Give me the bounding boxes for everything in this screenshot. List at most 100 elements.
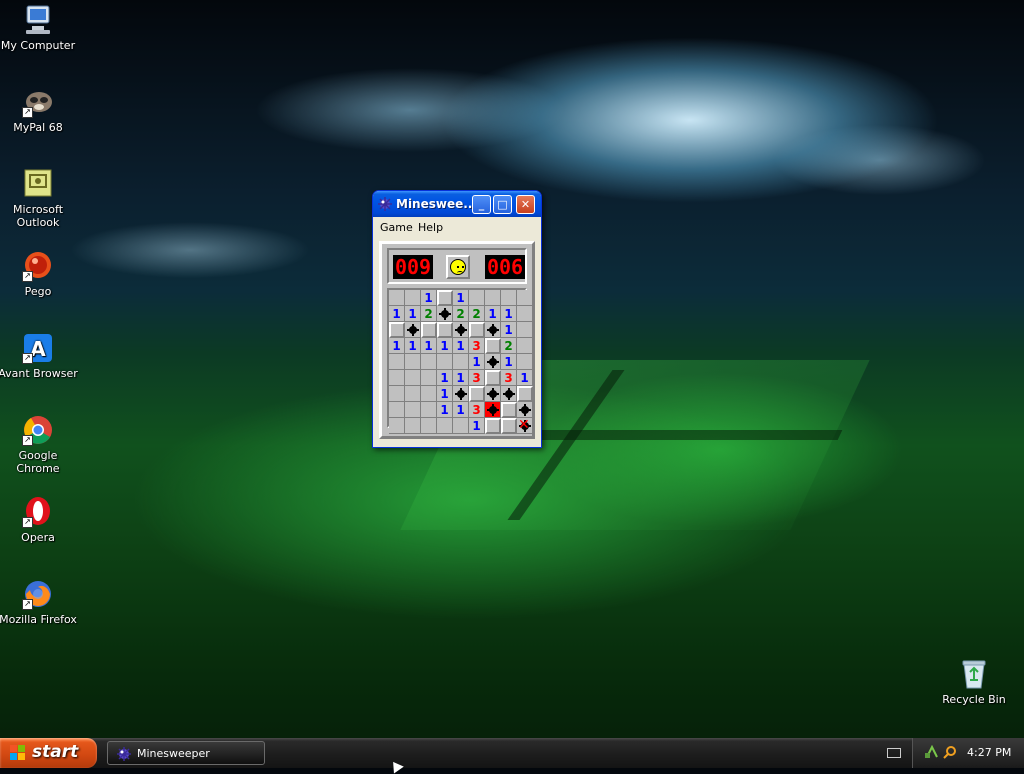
cell-number[interactable]: 1 [453, 402, 469, 418]
cell-number[interactable]: 1 [389, 338, 405, 354]
cell-empty[interactable] [405, 354, 421, 370]
cell-number[interactable]: 1 [501, 322, 517, 338]
taskbar-item-minesweeper[interactable]: Minesweeper [107, 741, 265, 765]
cell-covered[interactable] [517, 386, 533, 402]
cell-covered[interactable] [437, 290, 453, 306]
cell-covered[interactable] [437, 322, 453, 338]
cell-number[interactable]: 1 [437, 402, 453, 418]
cell-number[interactable]: 1 [437, 370, 453, 386]
cell-mine[interactable] [405, 322, 421, 338]
cell-covered[interactable] [469, 386, 485, 402]
cell-wrong-flag[interactable]: ✕ [517, 417, 533, 434]
cell-empty[interactable] [517, 354, 533, 370]
cell-number[interactable]: 1 [405, 306, 421, 322]
cell-covered[interactable] [485, 370, 501, 386]
cell-number[interactable]: 2 [469, 306, 485, 322]
desktop-icon-my-computer[interactable]: My Computer [0, 4, 78, 52]
mine-field[interactable]: 1 1 1 1 2 2 2 1 1 1 1 1 1 1 1 3 2 1 1 1 1 3 3 1 1 1 1 3 1 ✕ [387, 288, 533, 434]
maximize-button[interactable]: □ [493, 195, 512, 214]
cell-covered[interactable] [485, 418, 501, 434]
start-button[interactable]: start [0, 738, 97, 768]
menu-help[interactable]: Help [418, 221, 443, 234]
keyboard-icon[interactable] [887, 748, 901, 758]
mine-grid[interactable]: 1 1 1 1 2 2 2 1 1 1 1 1 1 1 1 3 2 1 1 1 1 3 3 1 1 1 1 3 1 ✕ [389, 290, 533, 434]
cell-mine[interactable] [437, 306, 453, 322]
close-button[interactable]: ✕ [516, 195, 535, 214]
cell-number[interactable]: 1 [485, 306, 501, 322]
cell-number[interactable]: 1 [501, 354, 517, 370]
cell-empty[interactable] [421, 418, 437, 434]
cell-mine[interactable] [453, 322, 469, 338]
cell-number[interactable]: 1 [501, 306, 517, 322]
desktop-icon-opera[interactable]: ↗ Opera [0, 496, 78, 544]
cell-covered[interactable] [485, 338, 501, 354]
cell-empty[interactable] [517, 306, 533, 322]
cell-number[interactable]: 3 [469, 338, 485, 354]
cell-number[interactable]: 1 [453, 370, 469, 386]
cell-empty[interactable] [389, 354, 405, 370]
cell-mine[interactable] [517, 402, 533, 418]
cell-empty[interactable] [389, 386, 405, 402]
title-bar[interactable]: Mineswee... _ □ ✕ [373, 191, 541, 217]
minimize-button[interactable]: _ [472, 195, 491, 214]
cell-empty[interactable] [517, 290, 533, 306]
cell-number[interactable]: 1 [389, 306, 405, 322]
cell-number[interactable]: 3 [501, 370, 517, 386]
cell-number[interactable]: 1 [453, 338, 469, 354]
desktop-icon-firefox[interactable]: ↗ Mozilla Firefox [0, 578, 78, 626]
cell-covered[interactable] [421, 322, 437, 338]
desktop-icon-avant-browser[interactable]: A ↗ Avant Browser [0, 332, 78, 380]
menu-game[interactable]: Game [380, 221, 413, 234]
cell-mine[interactable] [501, 386, 517, 402]
cell-empty[interactable] [405, 402, 421, 418]
cell-empty[interactable] [469, 290, 485, 306]
cell-empty[interactable] [437, 418, 453, 434]
desktop-icon-recycle-bin[interactable]: Recycle Bin [934, 658, 1014, 706]
cell-number[interactable]: 1 [469, 354, 485, 370]
cell-empty[interactable] [421, 354, 437, 370]
cell-mine[interactable] [485, 354, 501, 370]
cell-number[interactable]: 3 [469, 370, 485, 386]
cell-number[interactable]: 3 [469, 402, 485, 418]
desktop-icon-mypal[interactable]: ↗ MyPal 68 [0, 86, 78, 134]
search-icon[interactable] [943, 745, 957, 759]
cell-empty[interactable] [517, 322, 533, 338]
cell-number[interactable]: 2 [453, 306, 469, 322]
cell-number[interactable]: 1 [421, 338, 437, 354]
cell-number[interactable]: 1 [421, 290, 437, 306]
cell-empty[interactable] [405, 386, 421, 402]
cell-empty[interactable] [453, 354, 469, 370]
cell-exploded-mine[interactable] [485, 402, 501, 418]
cell-empty[interactable] [485, 290, 501, 306]
cell-empty[interactable] [437, 354, 453, 370]
cell-number[interactable]: 1 [517, 370, 533, 386]
cell-mine[interactable] [453, 386, 469, 402]
minesweeper-window[interactable]: Mineswee... _ □ ✕ Game Help 009 006 1111… [372, 190, 542, 448]
cell-empty[interactable] [389, 418, 405, 434]
cell-covered[interactable] [389, 322, 405, 338]
cell-number[interactable]: 1 [437, 386, 453, 402]
cell-empty[interactable] [389, 402, 405, 418]
cell-empty[interactable] [517, 338, 533, 354]
cell-number[interactable]: 2 [501, 338, 517, 354]
network-icon[interactable] [925, 744, 939, 759]
cell-covered[interactable] [501, 402, 517, 418]
desktop-icon-pego[interactable]: ↗ Pego [0, 250, 78, 298]
cell-empty[interactable] [389, 290, 405, 306]
cell-empty[interactable] [501, 290, 517, 306]
desktop-icon-chrome[interactable]: ↗ Google Chrome [0, 414, 78, 475]
cell-empty[interactable] [421, 386, 437, 402]
cell-mine[interactable] [485, 386, 501, 402]
cell-number[interactable]: 1 [405, 338, 421, 354]
face-button[interactable] [446, 255, 470, 279]
cell-empty[interactable] [389, 370, 405, 386]
desktop-icon-outlook[interactable]: Microsoft Outlook [0, 168, 78, 229]
cell-number[interactable]: 1 [453, 290, 469, 306]
cell-number[interactable]: 1 [469, 418, 485, 434]
cell-empty[interactable] [453, 418, 469, 434]
cell-empty[interactable] [405, 370, 421, 386]
cell-covered[interactable] [501, 418, 517, 434]
cell-number[interactable]: 2 [421, 306, 437, 322]
cell-empty[interactable] [421, 370, 437, 386]
cell-empty[interactable] [405, 418, 421, 434]
